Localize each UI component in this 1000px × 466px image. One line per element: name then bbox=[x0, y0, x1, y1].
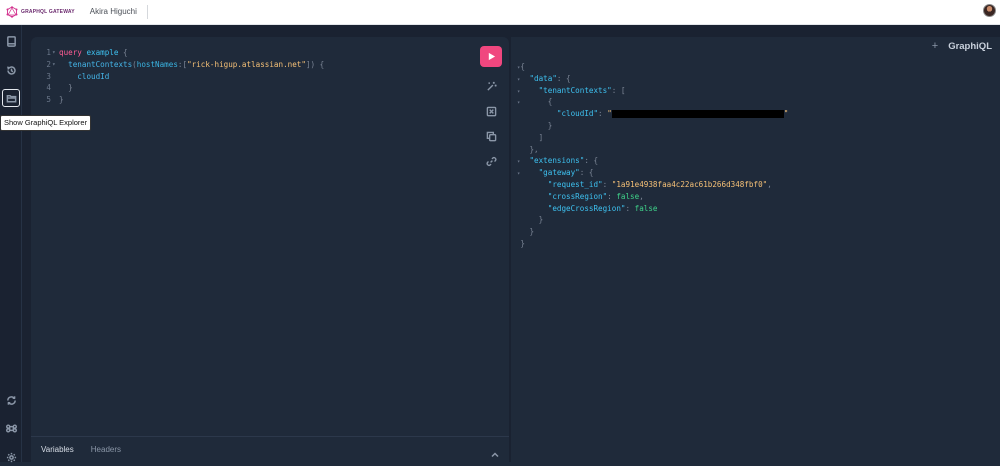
result-pane: + GraphiQL ▾{ ▾ "data": { ▾ "tenantConte… bbox=[511, 37, 1000, 462]
result-line: ▾ "data": { bbox=[517, 73, 571, 83]
user-name: Akira Higuchi bbox=[90, 5, 148, 19]
command-key-icon bbox=[5, 424, 17, 432]
book-icon bbox=[6, 35, 16, 47]
history-button[interactable] bbox=[2, 61, 20, 79]
argument-value: "rick-higup.atlassian.net" bbox=[187, 59, 306, 69]
folder-icon bbox=[6, 94, 16, 102]
chevron-up-icon bbox=[491, 452, 499, 458]
result-line: "cloudId": " " bbox=[556, 109, 789, 119]
result-line: } bbox=[520, 238, 525, 248]
redacted-value bbox=[611, 110, 784, 119]
result-line: "crossRegion": false, bbox=[547, 191, 644, 201]
query-keyword: query bbox=[59, 48, 82, 57]
result-string-value: "1a91e4938faa4c22ac61b266d348fbf0" bbox=[611, 179, 768, 189]
line-number: 5 bbox=[46, 95, 51, 105]
result-viewer[interactable]: ▾{ ▾ "data": { ▾ "tenantContexts": [ ▾ {… bbox=[517, 61, 788, 250]
result-line: ] bbox=[520, 132, 544, 142]
fold-arrow-icon[interactable]: ▾ bbox=[517, 89, 520, 95]
result-key: "cloudId" bbox=[556, 109, 599, 119]
query-subfield: cloudId bbox=[77, 71, 110, 81]
tab-variables[interactable]: Variables bbox=[41, 445, 74, 454]
code-line: 2 ▾ tenantContexts(hostNames:["rick-higup… bbox=[31, 59, 324, 71]
result-line: ▾ "extensions": { bbox=[517, 156, 599, 166]
result-line: "edgeCrossRegion": false bbox=[547, 203, 658, 213]
sidebar bbox=[0, 25, 22, 462]
fold-arrow-icon[interactable]: ▾ bbox=[52, 59, 59, 71]
operation-name: example bbox=[86, 48, 119, 57]
result-key: "crossRegion" bbox=[547, 191, 608, 201]
editor-tools-tabs: Variables Headers bbox=[31, 436, 509, 462]
result-line: ▾{ bbox=[517, 62, 525, 71]
code-line: 3 cloudId bbox=[31, 71, 324, 83]
explorer-tooltip: Show GraphiQL Explorer bbox=[0, 115, 92, 131]
shortcuts-button[interactable] bbox=[2, 419, 20, 437]
result-key: "edgeCrossRegion" bbox=[547, 203, 626, 213]
line-number: 4 bbox=[46, 83, 51, 93]
fold-arrow-icon[interactable]: ▾ bbox=[517, 159, 520, 165]
link-icon bbox=[486, 156, 496, 166]
logo-text: GRAPHQL GATEWAY bbox=[21, 9, 75, 15]
play-icon bbox=[488, 52, 495, 61]
gear-icon bbox=[6, 452, 16, 462]
fold-arrow-icon[interactable]: ▾ bbox=[517, 65, 520, 71]
line-number: 3 bbox=[46, 71, 51, 81]
settings-button[interactable] bbox=[2, 448, 20, 466]
graphql-logo-icon bbox=[6, 6, 18, 18]
prettify-button[interactable] bbox=[483, 78, 499, 94]
execute-query-button[interactable] bbox=[480, 46, 502, 67]
copy-icon bbox=[486, 131, 496, 141]
result-line: "request_id": "1a91e4938faa4c22ac61b266d… bbox=[547, 179, 772, 189]
fold-arrow-icon[interactable]: ▾ bbox=[517, 100, 520, 106]
top-bar: GRAPHQL GATEWAY Akira Higuchi bbox=[0, 0, 1000, 25]
result-line: ▾ { bbox=[517, 97, 553, 107]
result-header: + GraphiQL bbox=[932, 40, 992, 52]
result-key: "request_id" bbox=[547, 179, 603, 189]
query-editor-pane: 1 ▾ query example { 2 ▾ tenantContexts(host… bbox=[31, 37, 509, 462]
collapse-tools-button[interactable] bbox=[491, 446, 499, 458]
result-boolean-value: false bbox=[616, 191, 640, 201]
query-editor[interactable]: 1 ▾ query example { 2 ▾ tenantContexts(host… bbox=[31, 47, 324, 106]
tab-headers[interactable]: Headers bbox=[91, 445, 121, 454]
result-line: } bbox=[520, 120, 553, 130]
merge-icon bbox=[486, 106, 496, 116]
result-line: ▾ "gateway": { bbox=[517, 168, 594, 178]
result-key: "tenantContexts" bbox=[538, 85, 612, 95]
avatar[interactable] bbox=[983, 4, 996, 17]
query-field: tenantContexts bbox=[68, 59, 133, 69]
explorer-button[interactable] bbox=[2, 89, 20, 107]
merge-fragments-button[interactable] bbox=[483, 103, 499, 119]
refetch-schema-button[interactable] bbox=[2, 391, 20, 409]
graphiql-brand: GraphiQL bbox=[948, 40, 992, 52]
result-line: } bbox=[520, 215, 544, 225]
share-link-button[interactable] bbox=[483, 153, 499, 169]
code-line: 5} bbox=[31, 94, 324, 106]
result-key: "data" bbox=[529, 73, 557, 83]
line-number: 1 bbox=[46, 48, 51, 57]
fold-arrow-icon[interactable]: ▾ bbox=[517, 77, 520, 83]
history-icon bbox=[6, 65, 16, 75]
fold-arrow-icon[interactable]: ▾ bbox=[517, 171, 520, 177]
argument-name: hostNames bbox=[136, 59, 178, 69]
graphiql-app: Show GraphiQL Explorer 1 ▾ query example {… bbox=[0, 25, 1000, 462]
result-line: }, bbox=[520, 144, 539, 154]
code-line: 4 } bbox=[31, 82, 324, 94]
graphql-gateway-logo[interactable]: GRAPHQL GATEWAY bbox=[6, 6, 75, 18]
line-number: 2 bbox=[46, 59, 51, 69]
result-key: "extensions" bbox=[529, 156, 585, 166]
add-tab-button[interactable]: + bbox=[932, 40, 938, 52]
fold-arrow-icon[interactable]: ▾ bbox=[52, 47, 59, 59]
code-line: 1 ▾ query example { bbox=[31, 47, 324, 59]
magic-wand-icon bbox=[486, 81, 497, 91]
result-line: } bbox=[520, 227, 535, 237]
result-boolean-value: false bbox=[634, 203, 658, 213]
docs-button[interactable] bbox=[2, 32, 20, 50]
result-line: ▾ "tenantContexts": [ bbox=[517, 85, 626, 95]
result-key: "gateway" bbox=[538, 168, 580, 178]
refresh-icon bbox=[6, 395, 16, 405]
copy-query-button[interactable] bbox=[483, 128, 499, 144]
